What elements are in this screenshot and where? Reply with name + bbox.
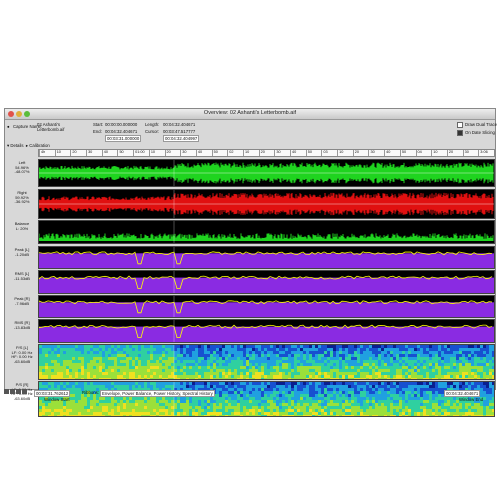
ruler-tick: 40: [101, 150, 108, 156]
ruler-tick: 50: [211, 150, 218, 156]
lane-peakR[interactable]: [38, 295, 495, 318]
lane-label-line: -63.60dB: [13, 358, 31, 364]
date-slicing-label: On Date Slicing: [465, 130, 495, 136]
window-start-label: Window Start: [44, 397, 70, 402]
start-label: Start:: [93, 122, 104, 127]
stop-icon[interactable]: [22, 389, 27, 395]
ruler-tick: 30: [180, 150, 187, 156]
lane-label: RMS [R] -13.83dB: [7, 320, 37, 330]
ruler-tick: 20: [164, 150, 171, 156]
length-label: Length:: [145, 122, 160, 127]
window-title: Overview: 02 Ashanti's Letterbomb.aif: [203, 110, 297, 116]
lane-left[interactable]: [38, 159, 495, 187]
ruler-tick: 10: [337, 150, 344, 156]
lane-psL[interactable]: [38, 344, 495, 380]
capture-name-field[interactable]: 02 Ashanti's Letterbomb.aif: [37, 122, 77, 132]
overview-window: Overview: 02 Ashanti's Letterbomb.aif ● …: [4, 108, 497, 417]
ruler-tick: 50: [399, 150, 407, 156]
start-value: 00:00:00.000000: [105, 122, 138, 127]
forward-icon[interactable]: [16, 389, 21, 395]
rewind-icon[interactable]: [4, 389, 9, 395]
lane-label-line: -13.83dB: [13, 324, 31, 330]
ribbons-field[interactable]: Envelope, Power Balance, Power History, …: [100, 390, 215, 397]
ruler-tick: 01:00: [133, 150, 145, 156]
ruler-tick: 40: [384, 150, 391, 156]
ruler-tick: 20: [446, 150, 454, 156]
window-start-time[interactable]: 00:03:31.762612: [34, 390, 71, 397]
ruler-tick: 10: [148, 150, 156, 156]
lane-label-line: -48.07%: [14, 169, 30, 175]
ruler-tick: 4h: [39, 150, 46, 156]
lane-right[interactable]: [38, 189, 495, 219]
time-ruler[interactable]: 4h 10 20 30 40 50 01:00 10 20 30 40 50 02 10 20 30 40 50 0…: [38, 149, 495, 157]
lane-label: Peak [R] -7.96dB: [7, 296, 37, 306]
ruler-tick: 20: [352, 150, 360, 156]
ruler-tick: 02: [227, 150, 234, 156]
capture-icon: ●: [7, 124, 10, 129]
lane-label-line: -36.92%: [14, 199, 30, 205]
lane-label: P/S [L] LF: 0.00 Hz HF: 0.00 Hz -63.60dB: [7, 345, 37, 364]
window-end-time[interactable]: 00:04:32.404671: [444, 390, 481, 397]
ruler-tick: 04: [415, 150, 422, 156]
ruler-tick: 10: [431, 150, 438, 156]
cursor-value: 00:03:47.517777: [163, 129, 196, 134]
ruler-tick: 03: [321, 150, 328, 156]
transport-controls: [4, 389, 28, 395]
lane-rmsR[interactable]: [38, 319, 495, 343]
ruler-tick: 20: [258, 150, 265, 156]
lane-label-line: L: 20%: [15, 225, 29, 231]
cursor-label: Cursor:: [145, 129, 160, 134]
chevron-down-icon: ▾: [7, 143, 10, 148]
chevron-right-icon: ▸: [25, 143, 29, 148]
selection-start-field[interactable]: 00:03:31.000000: [105, 135, 142, 142]
ruler-tick: 50: [117, 150, 124, 156]
ruler-tick: 10: [242, 150, 250, 156]
date-slicing-checkbox[interactable]: On Date Slicing: [457, 130, 495, 136]
lane-label-line: -7.96dB: [14, 300, 29, 306]
draw-dual-label: Draw Dual Trace: [465, 122, 497, 128]
calibration-label[interactable]: Calibration: [29, 143, 50, 148]
lane-label: Peak [L] -1.20dB: [7, 247, 37, 257]
lane-label-line: -1.20dB: [14, 251, 29, 257]
ruler-tick: 40: [195, 150, 203, 156]
draw-dual-checkbox[interactable]: Draw Dual Trace: [457, 122, 497, 128]
lane-label: Left 54.96% -48.07%: [7, 160, 37, 175]
play-icon[interactable]: [10, 389, 15, 395]
selection-end-field[interactable]: 00:04:32.404997: [163, 135, 200, 142]
length-value: 00:04:32.404671: [163, 122, 196, 127]
ruler-tick: 30: [86, 150, 93, 156]
ruler-tick: 30: [368, 150, 375, 156]
lane-label: Right 59.92% -36.92%: [7, 190, 37, 205]
ruler-tick: 20: [70, 150, 77, 156]
lane-peakL[interactable]: [38, 246, 495, 269]
ruler-tick: 30: [462, 150, 469, 156]
details-label: Details: [10, 143, 24, 148]
info-panel: ● Capture Name: 02 Ashanti's Letterbomb.…: [5, 120, 497, 142]
bottom-bar: 00:03:31.762612 Ribbons: Envelope, Power…: [4, 389, 496, 402]
lane-rmsL[interactable]: [38, 270, 495, 294]
title-bar: Overview: 02 Ashanti's Letterbomb.aif: [5, 109, 495, 120]
lane-label: Balance L: 20%: [7, 221, 37, 231]
ruler-tick: 10: [54, 150, 61, 156]
lane-balance[interactable]: [38, 220, 495, 244]
ruler-tick: 50: [305, 150, 312, 156]
ruler-tick: 40: [290, 150, 297, 156]
ruler-tick: 30: [274, 150, 281, 156]
end-label: End:: [93, 129, 102, 134]
window-end-label: Window End: [459, 397, 484, 402]
end-value: 00:04:32.404671: [105, 129, 138, 134]
lane-label: RMS [L] -11.53dB: [7, 271, 37, 281]
ribbons-label: Ribbons:: [82, 390, 99, 395]
lane-label-line: -11.53dB: [14, 275, 30, 281]
ruler-tick: 3:06: [478, 150, 488, 156]
